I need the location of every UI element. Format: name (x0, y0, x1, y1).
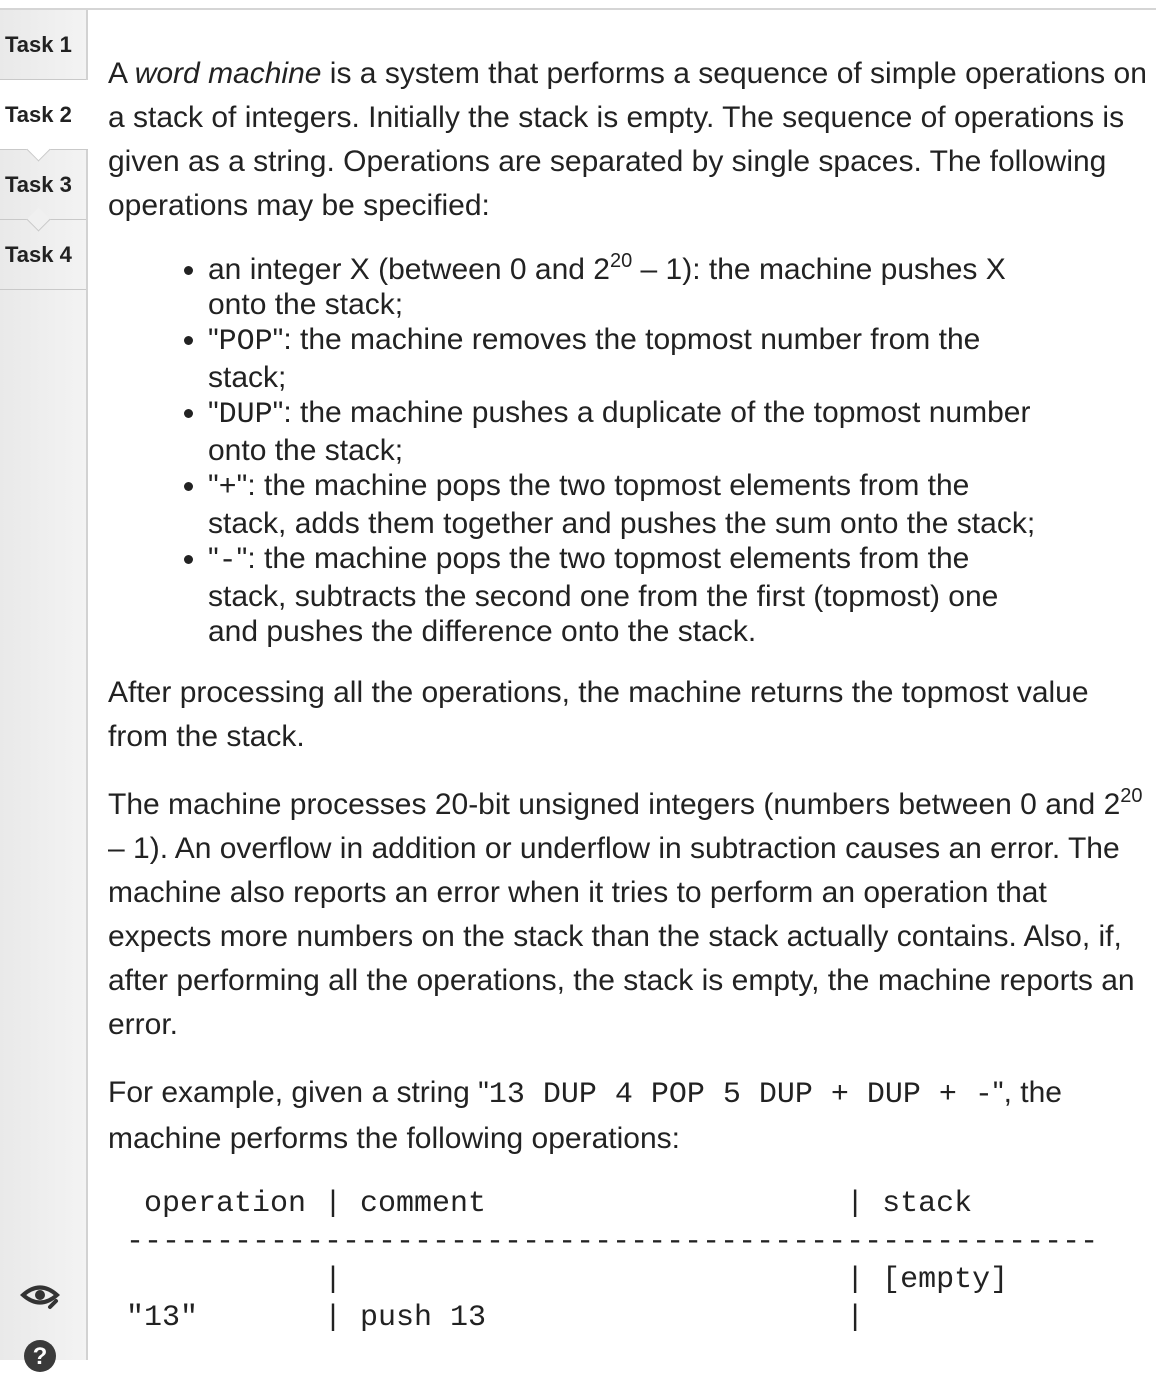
tab-task-1[interactable]: Task 1 (0, 10, 86, 80)
operations-table: operation | comment | stack ------------… (126, 1187, 1099, 1335)
tab-task-3[interactable]: Task 3 (0, 150, 86, 232)
tab-task-1-label: Task 1 (5, 32, 72, 57)
code-minus: - (218, 544, 237, 578)
example-code: 13 DUP 4 POP 5 DUP + DUP + - (488, 1078, 993, 1112)
task-description: A word machine is a system that performs… (108, 52, 1148, 1337)
tab-task-2[interactable]: Task 2 (0, 80, 88, 162)
list-item: "DUP": the machine pushes a duplicate of… (208, 395, 1038, 468)
help-icon[interactable]: ? (24, 1340, 56, 1372)
limits-paragraph: The machine processes 20-bit unsigned in… (108, 785, 1143, 1041)
list-item: an integer X (between 0 and 220 – 1): th… (208, 251, 1038, 322)
task-sidebar: Task 1 Task 2 Task 3 Task 4 ? (0, 10, 88, 1372)
after-paragraph: After processing all the operations, the… (108, 676, 1089, 753)
example-paragraph: For example, given a string "13 DUP 4 PO… (108, 1076, 1062, 1155)
list-item: "POP": the machine removes the topmost n… (208, 322, 1038, 395)
code-pop: POP (218, 325, 273, 359)
task-tab-list: Task 1 Task 2 Task 3 Task 4 (0, 10, 88, 290)
tab-task-4[interactable]: Task 4 (0, 220, 86, 290)
term-word-machine: word machine (134, 57, 322, 90)
tab-task-4-label: Task 4 (5, 242, 72, 267)
intro-paragraph: A word machine is a system that performs… (108, 57, 1147, 222)
eye-slash-icon[interactable] (20, 1280, 60, 1310)
list-item: "-": the machine pops the two topmost el… (208, 541, 1038, 649)
code-plus: + (218, 471, 237, 505)
tab-task-3-label: Task 3 (5, 172, 72, 197)
top-divider (0, 8, 1156, 10)
list-item: "+": the machine pops the two topmost el… (208, 468, 1038, 541)
code-dup: DUP (218, 398, 273, 432)
tab-task-2-label: Task 2 (5, 102, 72, 127)
operations-list: an integer X (between 0 and 220 – 1): th… (108, 251, 1038, 649)
